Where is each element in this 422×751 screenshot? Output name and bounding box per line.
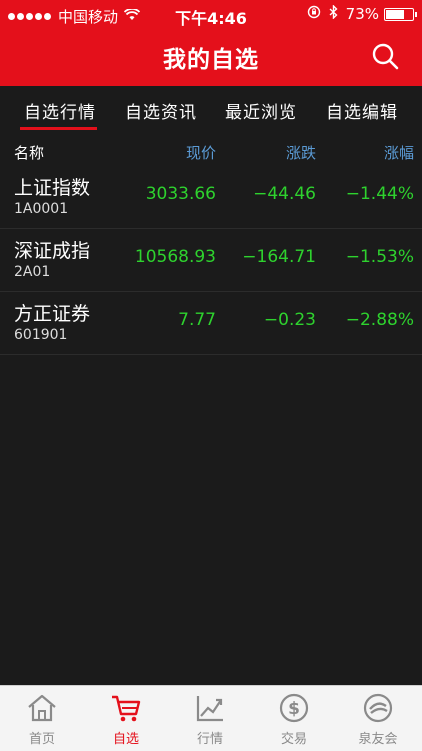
- tabbar-label: 自选: [112, 732, 139, 747]
- column-change-header[interactable]: 涨跌: [286, 142, 316, 163]
- stock-name: 方正证券: [14, 303, 91, 325]
- bottom-tab-bar: 首页 自选 行情 $ 交易 泉友会: [0, 685, 422, 751]
- tabbar-item-watchlist[interactable]: 自选: [84, 686, 168, 751]
- tabbar-label: 交易: [280, 732, 307, 747]
- battery-percent: 73%: [345, 5, 379, 23]
- dollar-icon: $: [278, 692, 310, 724]
- community-icon: [362, 692, 394, 724]
- home-icon: [26, 692, 58, 724]
- stock-pct: −1.53%: [345, 247, 414, 267]
- stock-change: −164.71: [242, 247, 316, 267]
- table-row[interactable]: 方正证券 601901 7.77 −0.23 −2.88%: [0, 291, 422, 355]
- page-title: 我的自选: [163, 47, 259, 73]
- column-price-header[interactable]: 现价: [186, 142, 216, 163]
- stock-name: 上证指数: [14, 177, 91, 199]
- bluetooth-icon: [329, 4, 338, 23]
- column-name-header: 名称: [14, 144, 45, 162]
- stock-code: 2A01: [14, 264, 51, 280]
- tabbar-item-market[interactable]: 行情: [168, 686, 252, 751]
- stock-price: 7.77: [178, 310, 216, 330]
- tabbar-label: 首页: [28, 732, 55, 747]
- tab-watchlist-news[interactable]: 自选资讯: [125, 98, 197, 123]
- cart-icon: [110, 692, 142, 724]
- stock-code: 1A0001: [14, 201, 69, 217]
- tabbar-item-home[interactable]: 首页: [0, 686, 84, 751]
- tab-recent[interactable]: 最近浏览: [225, 98, 297, 123]
- app-header: 中国移动 下午4:46 73% 我的自选: [0, 0, 422, 86]
- status-bar: 中国移动 下午4:46 73%: [0, 0, 422, 30]
- tabbar-item-community[interactable]: 泉友会: [336, 686, 420, 751]
- battery-icon: [384, 7, 417, 21]
- table-row[interactable]: 上证指数 1A0001 3033.66 −44.46 −1.44%: [0, 165, 422, 229]
- tabbar-label: 泉友会: [358, 732, 398, 747]
- tab-bar-top: 自选行情 自选资讯 最近浏览 自选编辑: [0, 86, 422, 136]
- chart-icon: [194, 692, 226, 724]
- table-row[interactable]: 深证成指 2A01 10568.93 −164.71 −1.53%: [0, 228, 422, 292]
- tabbar-label: 行情: [196, 732, 223, 747]
- stock-change: −44.46: [253, 184, 316, 204]
- tabbar-item-trade[interactable]: $ 交易: [252, 686, 336, 751]
- rotation-lock-icon: [307, 5, 321, 23]
- column-header-row: 名称 现价 涨跌 涨幅: [0, 137, 422, 165]
- stock-price: 10568.93: [134, 247, 216, 267]
- tab-watchlist-quotes[interactable]: 自选行情: [24, 98, 96, 123]
- stock-name: 深证成指: [14, 240, 91, 262]
- active-tab-indicator: [20, 127, 97, 130]
- stock-pct: −1.44%: [345, 184, 414, 204]
- stock-pct: −2.88%: [345, 310, 414, 330]
- status-right: 73%: [307, 4, 417, 23]
- stock-code: 601901: [14, 327, 68, 343]
- battery-level: [386, 9, 405, 19]
- search-icon[interactable]: [370, 41, 400, 71]
- svg-text:$: $: [288, 699, 300, 719]
- tab-edit-watchlist[interactable]: 自选编辑: [326, 98, 398, 123]
- stock-change: −0.23: [263, 310, 316, 330]
- stock-price: 3033.66: [145, 184, 216, 204]
- column-pct-header[interactable]: 涨幅: [384, 142, 414, 163]
